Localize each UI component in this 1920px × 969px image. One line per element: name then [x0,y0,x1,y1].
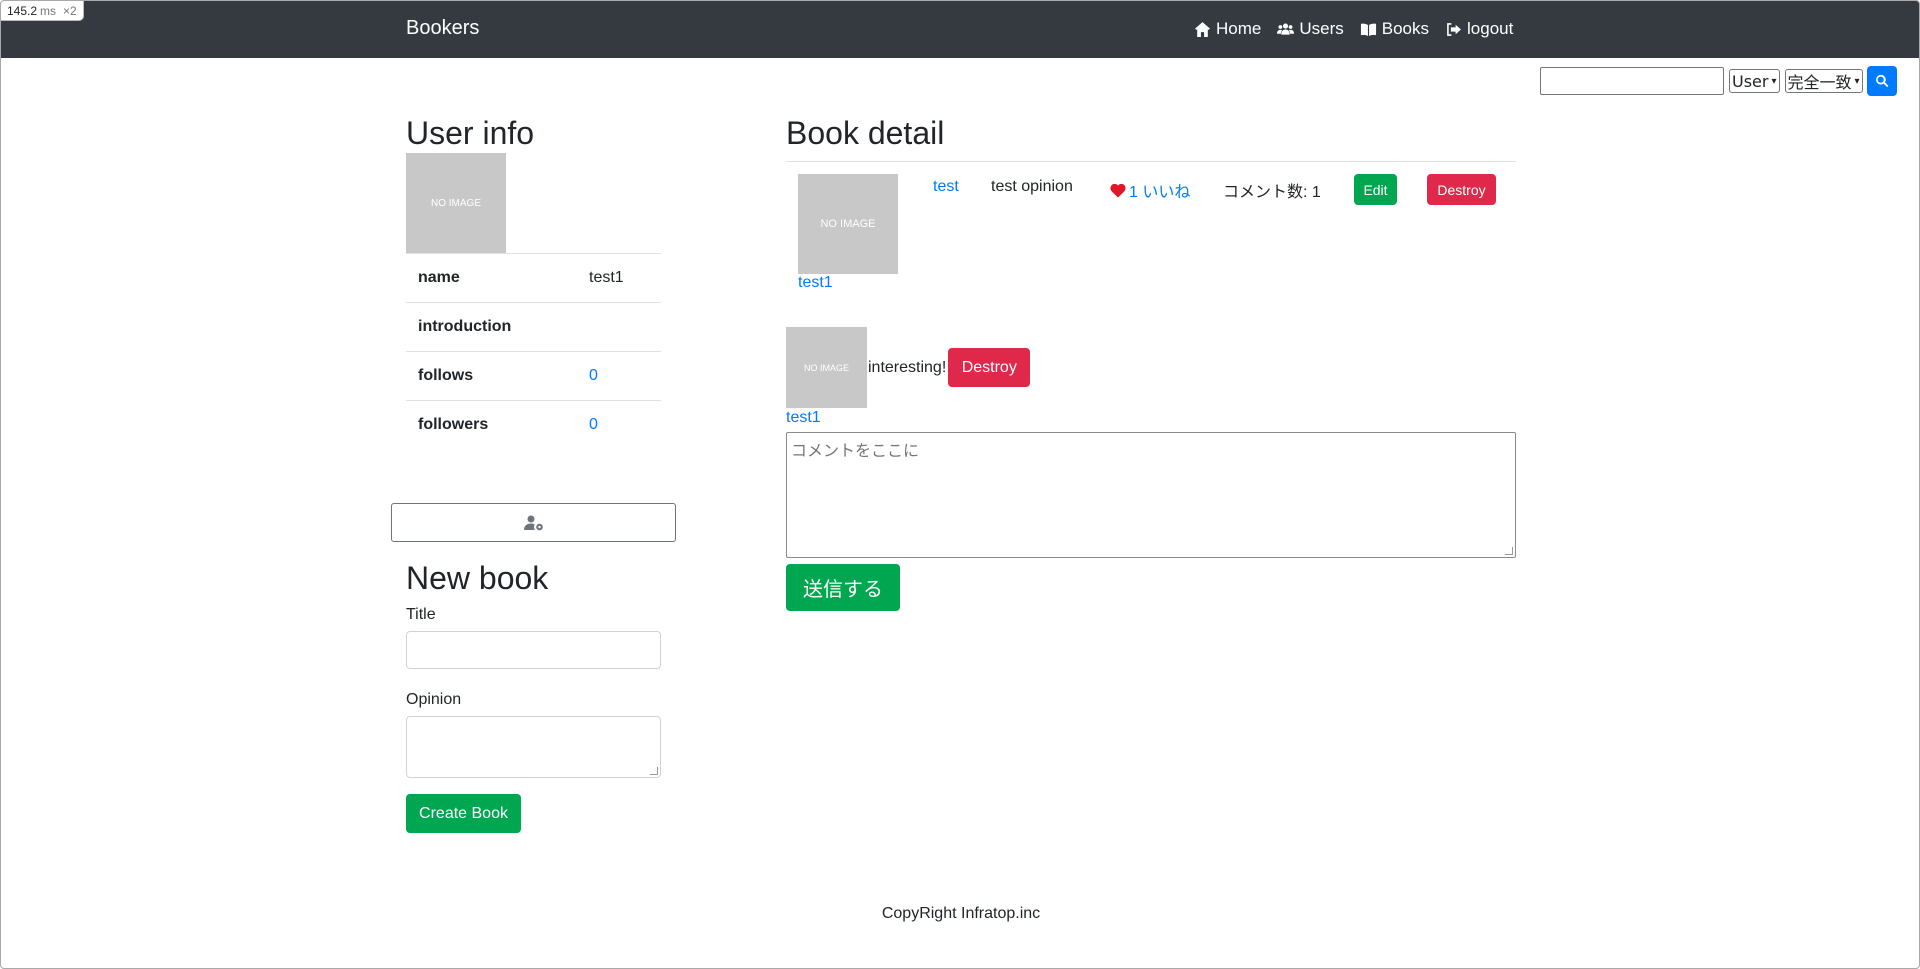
browser-viewport: 145.2 ms ×2 Bookers Home Users Books log… [0,0,1920,969]
comment-placeholder: コメントをここに [791,441,920,460]
perf-multiplier: ×2 [63,4,77,18]
nav-logout-label: logout [1467,19,1514,38]
user-settings-button[interactable] [391,503,676,542]
nav-home-label: Home [1216,19,1262,38]
perf-value: 145.2 [7,4,38,18]
book-detail-row: NO IMAGE test1 test test opinion 1 いいね コ… [786,161,1516,296]
new-book-heading: New book [406,560,549,596]
opinion-label: Opinion [406,691,462,708]
resize-handle-icon[interactable] [650,767,658,775]
chevron-down-icon: ▾ [1854,75,1860,87]
comment-item: NO IMAGE interesting! Destroy [786,327,1031,408]
info-key-introduction: introduction [406,302,577,352]
book-detail-section: Book detail NO IMAGE test1 test test opi… [786,113,1516,611]
user-avatar: NO IMAGE [406,153,506,253]
book-user-avatar-text: NO IMAGE [820,218,876,230]
home-icon [1195,21,1210,37]
user-info-heading: User info [406,115,535,151]
sign-out-icon [1447,22,1461,36]
nav-users-label: Users [1299,19,1344,38]
info-value-name: test1 [577,253,661,303]
search-match-select[interactable]: 完全一致 ▾ [1784,69,1863,93]
comment-user-link[interactable]: test1 [786,409,821,427]
favorite-button[interactable]: 1 いいね [1110,178,1190,202]
destroy-book-button[interactable]: Destroy [1427,174,1496,205]
submit-comment-button[interactable]: 送信する [786,564,900,611]
nav-books-label: Books [1381,19,1430,38]
destroy-comment-button[interactable]: Destroy [948,348,1031,387]
comment-text: interesting! [868,358,947,376]
nav-links: Home Users Books logout [1194,19,1513,39]
search-target-value: User [1732,71,1769,91]
book-title-link[interactable]: test [933,178,959,196]
navbar: Bookers Home Users Books logout [1,1,1919,58]
search-input[interactable] [1540,67,1724,95]
comment-textarea[interactable]: コメントをここに [786,432,1516,558]
table-row: introduction [406,302,661,352]
nav-users-link[interactable]: Users [1277,19,1344,39]
users-icon [1277,23,1295,35]
new-book-form: New book Title Opinion Create Book [406,558,661,833]
info-key-name: name [406,253,577,303]
resize-handle-icon[interactable] [1505,547,1513,555]
favorite-label: 1 いいね [1129,184,1191,201]
table-row: follows 0 [406,351,661,401]
nav-logout-link[interactable]: logout [1445,19,1513,39]
create-book-button[interactable]: Create Book [406,794,521,833]
comment-avatar-text: NO IMAGE [803,362,849,373]
footer-copyright: CopyRight Infratop.inc [881,905,1041,922]
table-row: name test1 [406,253,661,303]
title-input[interactable] [406,631,661,669]
search-target-select[interactable]: User ▾ [1729,69,1780,93]
comment-count: コメント数: 1 [1223,184,1321,201]
book-user-link[interactable]: test1 [798,274,833,292]
followers-count-link[interactable]: 0 [589,416,598,433]
table-row: followers 0 [406,400,661,450]
user-cog-icon [523,515,543,530]
info-value-introduction [577,302,661,352]
info-key-followers: followers [406,400,577,450]
book-detail-heading: Book detail [786,115,945,151]
search-button[interactable] [1866,66,1897,96]
edit-book-button[interactable]: Edit [1354,174,1397,205]
search-bar: User ▾ 完全一致 ▾ [1540,66,1897,96]
user-avatar-text: NO IMAGE [430,197,481,209]
heart-icon [1110,183,1126,197]
brand-link[interactable]: Bookers [406,17,479,40]
nav-books-link[interactable]: Books [1360,19,1429,39]
opinion-textarea[interactable] [406,716,661,778]
book-opinion: test opinion [991,178,1073,195]
search-match-value: 完全一致 [1787,73,1852,92]
title-label: Title [406,606,436,623]
book-user-avatar[interactable]: NO IMAGE [798,174,898,274]
user-info-section: User info NO IMAGE name test1 introducti… [406,113,661,450]
search-icon [1875,74,1888,88]
comment-user-avatar[interactable]: NO IMAGE [786,327,867,408]
performance-badge: 145.2 ms ×2 [1,1,84,21]
perf-unit: ms [40,4,57,18]
info-key-follows: follows [406,351,577,401]
user-info-table: name test1 introduction follows 0 follow… [406,253,661,450]
follows-count-link[interactable]: 0 [589,367,598,384]
chevron-down-icon: ▾ [1771,75,1777,87]
book-open-icon [1360,23,1376,36]
nav-home-link[interactable]: Home [1194,19,1261,39]
